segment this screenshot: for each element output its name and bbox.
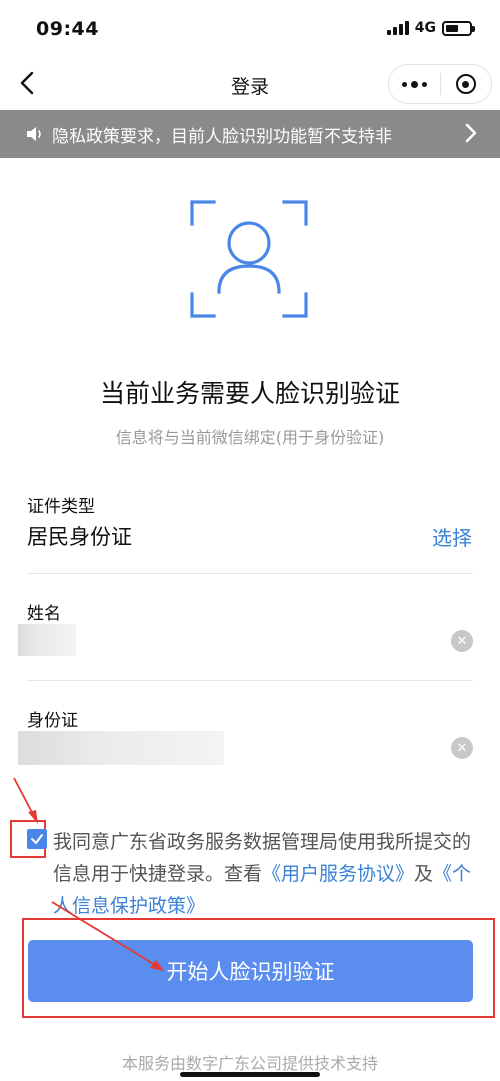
heading-title: 当前业务需要人脸识别验证 — [99, 379, 400, 408]
notice-banner[interactable]: 隐私政策要求，目前人脸识别功能暂不支持非 — [0, 110, 500, 158]
chevron-right-icon[interactable] — [464, 122, 478, 144]
home-indicator — [180, 1072, 320, 1077]
user-agreement-link[interactable]: 《用户服务协议》 — [262, 863, 414, 885]
id-type-label: 证件类型 — [27, 497, 95, 517]
face-scan-icon — [190, 200, 308, 318]
network-type: 4G — [414, 20, 436, 36]
start-face-verification-button[interactable]: 开始人脸识别验证 — [28, 940, 473, 1002]
signal-icon — [386, 21, 409, 35]
id-number-label: 身份证 — [27, 711, 78, 731]
status-time: 09:44 — [36, 18, 99, 40]
clear-name-icon[interactable]: ✕ — [451, 630, 473, 652]
nav-bar: 登录 — [0, 60, 500, 110]
divider — [27, 680, 473, 681]
annotation-arrow-checkbox — [13, 777, 37, 821]
agreement-text-block: 我同意广东省政务服务数据管理局使用我所提交的信息用于快捷登录。查看《用户服务协议… — [53, 826, 478, 922]
checkmark-icon — [31, 834, 43, 844]
id-type-value: 居民身份证 — [27, 525, 132, 549]
more-dots-icon — [401, 80, 427, 88]
heading-subtitle: 信息将与当前微信绑定(用于身份验证) — [115, 428, 385, 447]
name-input[interactable] — [18, 624, 76, 656]
clear-id-number-icon[interactable]: ✕ — [451, 737, 473, 759]
more-button[interactable] — [389, 65, 440, 103]
status-indicators: 4G — [386, 20, 475, 36]
select-id-type-link[interactable]: 选择 — [432, 522, 472, 551]
close-mini-program-button[interactable] — [441, 65, 492, 103]
mini-program-capsule — [388, 64, 492, 104]
agree-checkbox[interactable] — [27, 829, 47, 849]
speaker-icon — [27, 127, 41, 141]
notice-text: 隐私政策要求，目前人脸识别功能暂不支持非 — [52, 126, 392, 147]
agreement-connector: 及 — [414, 863, 434, 885]
status-bar: 09:44 4G — [0, 0, 500, 60]
battery-icon — [442, 20, 475, 36]
name-label: 姓名 — [27, 604, 61, 624]
id-number-input[interactable] — [18, 731, 224, 765]
footer-text: 本服务由数字广东公司提供技术支持 — [121, 1054, 378, 1073]
divider — [27, 573, 473, 574]
target-circle-icon — [455, 74, 476, 94]
